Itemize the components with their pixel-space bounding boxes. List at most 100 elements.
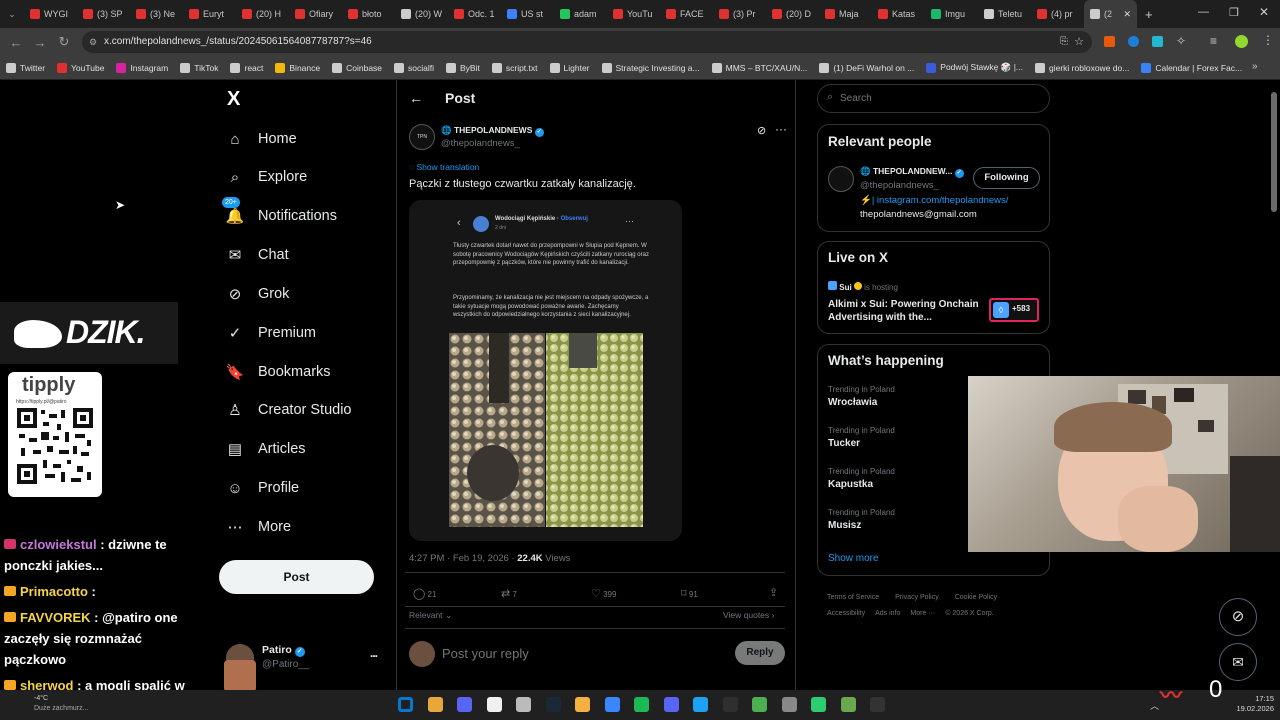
tab-close-icon[interactable]: ✕ xyxy=(1123,9,1131,20)
taskbar-app-icon[interactable] xyxy=(752,697,767,712)
live-host[interactable]: Sui is hosting xyxy=(828,281,898,292)
bookmark-item[interactable]: Strategic Investing a... xyxy=(601,62,700,73)
reply-action[interactable]: ◯ 21 xyxy=(413,587,436,600)
author-handle[interactable]: @thepolandnews_ xyxy=(441,138,520,149)
taskbar-app-icon[interactable] xyxy=(634,697,649,712)
taskbar-app-icon[interactable] xyxy=(870,697,885,712)
reload-button[interactable]: ↻ xyxy=(52,34,76,50)
taskbar-app-icon[interactable] xyxy=(545,697,561,712)
post-image[interactable]: ‹ Wodociągi Kępińskie · Obserwuj 2 dni ·… xyxy=(409,200,682,541)
bookmark-item[interactable]: Calendar | Forex Fac... xyxy=(1141,62,1242,73)
bookmark-star-icon[interactable]: ☆ xyxy=(1074,31,1084,53)
live-space-title[interactable]: Alkimi x Sui: Powering Onchain Advertisi… xyxy=(828,298,980,324)
nav-item-premium[interactable]: ✓ Premium xyxy=(226,322,316,344)
bookmark-item[interactable]: (1) DeFi Warhol on ... xyxy=(819,62,914,73)
taskbar-app-icon[interactable] xyxy=(811,697,826,712)
forward-button[interactable]: → xyxy=(28,35,52,50)
page-scrollbar[interactable] xyxy=(1271,92,1277,212)
bookmark-item[interactable]: react xyxy=(230,62,263,73)
live-listeners[interactable]: ◊ +583 xyxy=(989,298,1039,322)
bookmark-item[interactable]: TikTok xyxy=(180,62,218,73)
person-name[interactable]: 🌐 THEPOLANDNEW... ✓ xyxy=(860,166,964,178)
footer-link[interactable]: Accessibility xyxy=(827,606,865,622)
person-avatar[interactable] xyxy=(828,166,854,192)
nav-item-notifications[interactable]: 🔔 20+ Notifications xyxy=(222,197,337,227)
taskbar-app-icon[interactable] xyxy=(516,697,531,712)
nav-item-bookmarks[interactable]: 🔖 Bookmarks xyxy=(226,361,331,383)
view-quotes-link[interactable]: View quotes › xyxy=(723,610,774,620)
bookmark-action[interactable]: ⌑ 91 xyxy=(681,587,698,600)
browser-tab[interactable]: Teletu xyxy=(978,0,1031,28)
author-avatar[interactable]: TPN xyxy=(409,124,435,150)
post-more-icon[interactable]: ··· xyxy=(775,122,787,136)
footer-link[interactable]: Privacy Policy xyxy=(895,590,939,606)
account-more-icon[interactable]: ... xyxy=(370,646,378,660)
nav-item-articles[interactable]: ▤ Articles xyxy=(226,438,306,460)
extension-teal-icon[interactable] xyxy=(1152,36,1163,47)
footer-link[interactable]: © 2026 X Corp. xyxy=(945,606,993,622)
browser-tab[interactable]: Katas xyxy=(872,0,925,28)
extension-blue-icon[interactable] xyxy=(1128,36,1139,47)
extension-fox-icon[interactable] xyxy=(1104,36,1115,47)
address-bar[interactable]: ⚙ x.com/thepolandnews_/status/2024506156… xyxy=(82,31,1092,53)
like-action[interactable]: ♡ 399 xyxy=(591,587,616,600)
clock[interactable]: 17:15 19.02.2026 xyxy=(1228,694,1274,714)
browser-menu-icon[interactable]: ⋮ xyxy=(1262,33,1274,47)
footer-link[interactable]: Cookie Policy xyxy=(955,590,997,606)
browser-tab[interactable]: YouTu xyxy=(607,0,660,28)
extensions-icon[interactable]: ✧ xyxy=(1176,34,1186,48)
taskbar-app-icon[interactable] xyxy=(486,697,502,712)
bookmark-item[interactable]: Lighter xyxy=(549,62,590,73)
browser-tab[interactable]: (3) Ne xyxy=(130,0,183,28)
bookmark-item[interactable]: Binance xyxy=(275,62,320,73)
show-translation-link[interactable]: ◌ Show translation xyxy=(409,162,479,172)
bookmark-item[interactable]: Coinbase xyxy=(332,62,382,73)
trend-item[interactable]: Trending in Poland Kapustka xyxy=(828,467,895,490)
nav-item-more[interactable]: ⋯ More xyxy=(226,516,292,538)
show-more-link[interactable]: Show more xyxy=(828,553,879,564)
browser-tab[interactable]: (20) W xyxy=(395,0,448,28)
profile-avatar[interactable] xyxy=(1235,35,1248,48)
bookmark-item[interactable]: ByBit xyxy=(446,62,480,73)
bookmark-item[interactable]: MMS – BTC/XAU/N... xyxy=(711,62,807,73)
nav-item-home[interactable]: ⌂ Home xyxy=(226,128,296,150)
nav-item-grok[interactable]: ⊘ Grok xyxy=(226,283,290,305)
new-tab-button[interactable]: + xyxy=(1145,7,1153,22)
grok-float-button[interactable]: ⊘ xyxy=(1219,598,1257,636)
browser-tab[interactable]: Odc. 1 xyxy=(448,0,501,28)
person-handle[interactable]: @thepolandnews_ xyxy=(860,180,939,191)
browser-tab[interactable]: (4) pr xyxy=(1031,0,1084,28)
sort-dropdown[interactable]: Relevant ⌄ xyxy=(409,610,452,621)
reply-input[interactable]: Post your reply xyxy=(442,646,529,661)
browser-tab[interactable]: (20) D xyxy=(766,0,819,28)
window-close-button[interactable]: ✕ xyxy=(1259,5,1269,19)
browser-tab[interactable]: Euryt xyxy=(183,0,236,28)
browser-tab[interactable]: błoto xyxy=(342,0,395,28)
footer-link[interactable]: Terms of Service xyxy=(827,590,879,606)
browser-tab[interactable]: Maja xyxy=(819,0,872,28)
back-arrow-icon[interactable]: ← xyxy=(409,90,423,106)
taskbar-app-icon[interactable] xyxy=(575,697,590,712)
window-restore-button[interactable]: ❐ xyxy=(1229,6,1239,19)
trend-item[interactable]: Trending in Poland Wrocławia xyxy=(828,385,895,408)
browser-tab[interactable]: adam xyxy=(554,0,607,28)
taskbar-app-icon[interactable] xyxy=(604,697,620,712)
nav-item-chat[interactable]: ✉ Chat xyxy=(226,244,289,266)
taskbar-app-icon[interactable] xyxy=(427,697,443,712)
browser-tab[interactable]: (2 ✕ xyxy=(1084,0,1137,28)
tab-search-button[interactable]: ⌄ xyxy=(0,9,24,20)
taskbar-app-icon[interactable] xyxy=(840,697,856,712)
messages-float-button[interactable]: ✉ xyxy=(1219,643,1257,681)
taskbar-app-icon[interactable] xyxy=(398,697,413,712)
browser-tab[interactable]: FACE xyxy=(660,0,713,28)
taskbar-app-icon[interactable] xyxy=(663,697,679,712)
author-name[interactable]: 🌐 THEPOLANDNEWS ✓ xyxy=(441,125,544,137)
share-icon[interactable]: ⇪ xyxy=(769,586,778,599)
bookmark-item[interactable]: socialfi xyxy=(394,62,434,73)
search-input[interactable]: ⌕ Search xyxy=(817,84,1050,113)
footer-link[interactable]: More ··· xyxy=(910,606,935,622)
taskbar-app-icon[interactable] xyxy=(457,697,472,712)
nav-item-profile[interactable]: ☺ Profile xyxy=(226,477,299,499)
tray-chevron-icon[interactable]: ︿ xyxy=(1150,699,1159,712)
bookmark-item[interactable]: YouTube xyxy=(57,62,104,73)
